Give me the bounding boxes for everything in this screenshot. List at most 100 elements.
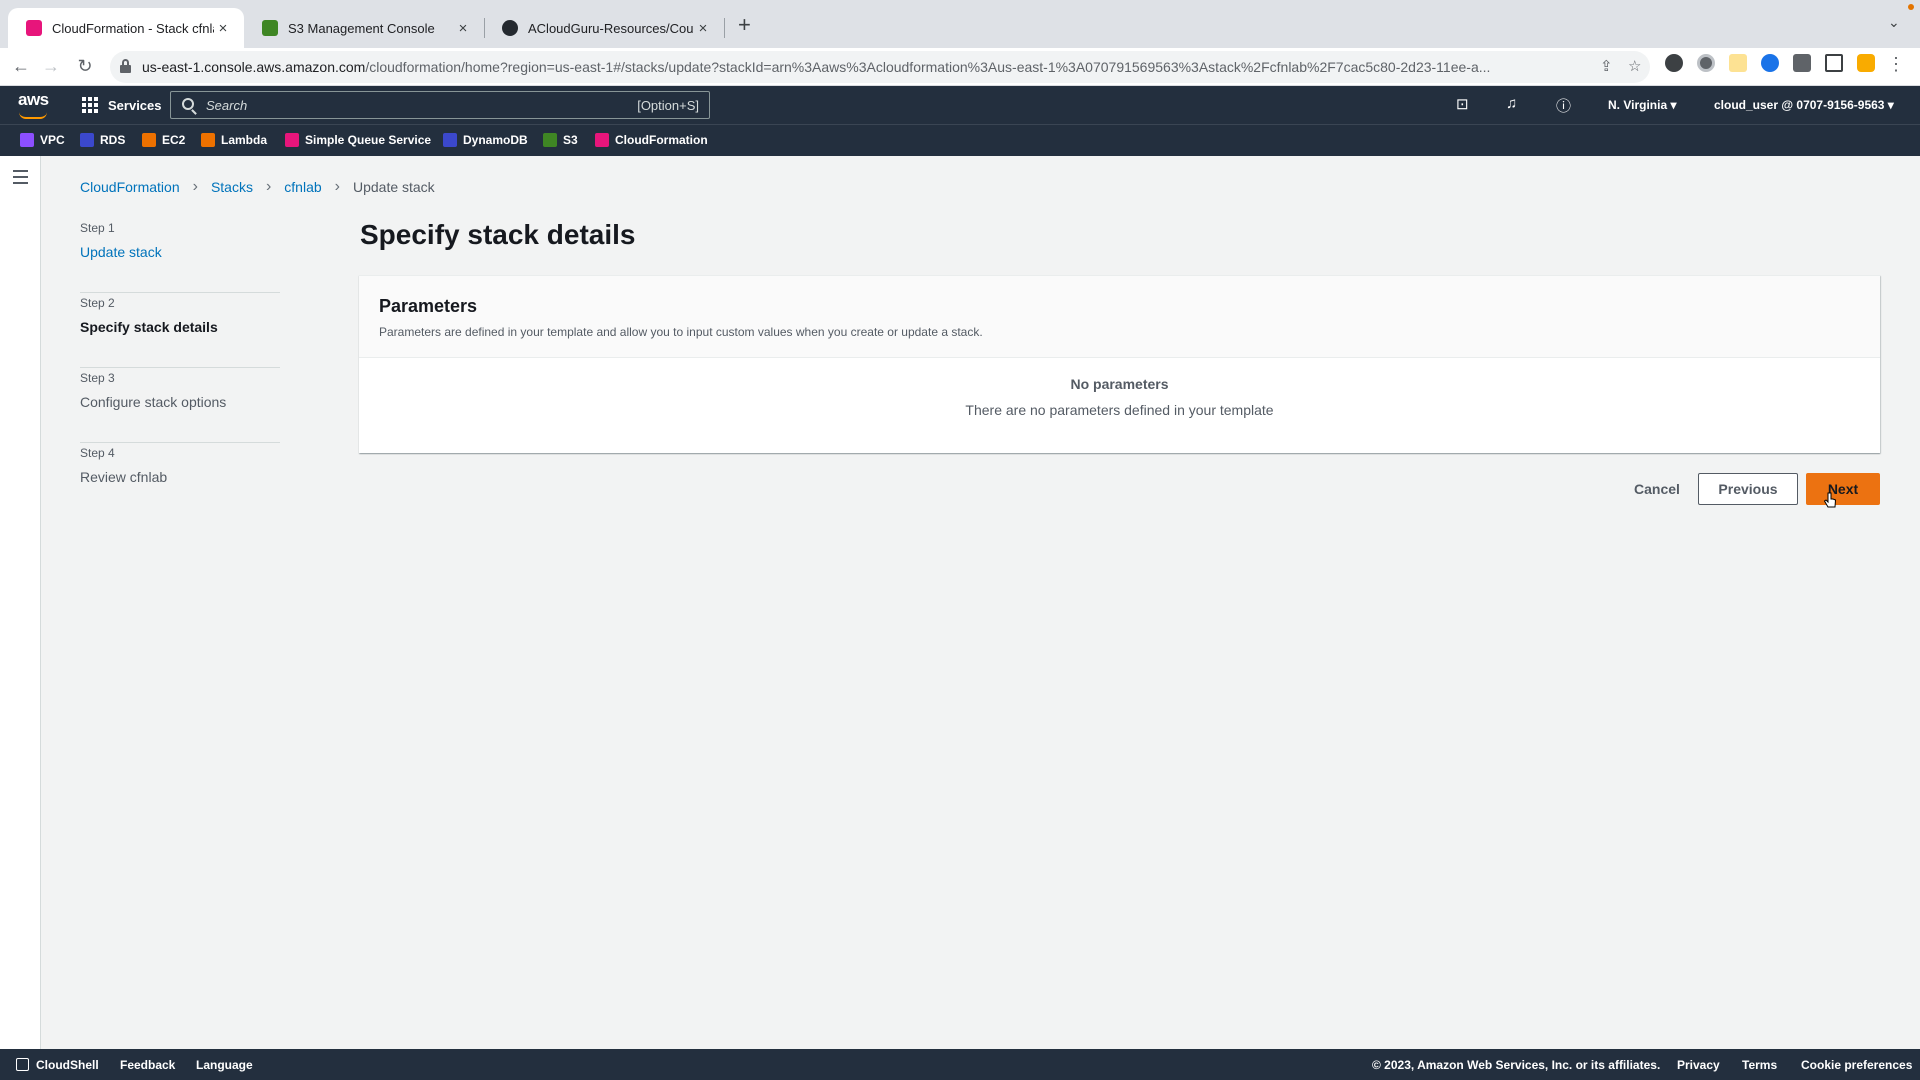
cloudshell-icon[interactable]: ⊡ bbox=[1456, 95, 1469, 113]
parameters-panel-header: Parameters Parameters are defined in you… bbox=[359, 276, 1880, 358]
reload-icon[interactable]: ↻ bbox=[74, 56, 96, 77]
cloudshell-label: CloudShell bbox=[36, 1058, 99, 1072]
privacy-link[interactable]: Privacy bbox=[1677, 1058, 1720, 1072]
cancel-button[interactable]: Cancel bbox=[1614, 473, 1700, 505]
favorite-lambda[interactable]: Lambda bbox=[201, 133, 267, 147]
console-footer: CloudShell Feedback Language © 2023, Ama… bbox=[0, 1049, 1920, 1080]
cloudformation-icon bbox=[595, 133, 609, 147]
step-title: Configure stack options bbox=[80, 394, 227, 410]
side-panel-icon[interactable] bbox=[1825, 54, 1843, 72]
favorite-rds[interactable]: RDS bbox=[80, 133, 125, 147]
next-button[interactable]: Next bbox=[1806, 473, 1880, 505]
step-current-title: Specify stack details bbox=[80, 319, 218, 335]
wizard-step-1: Step 1 Update stack bbox=[80, 218, 280, 293]
cloudshell-button[interactable]: CloudShell bbox=[16, 1058, 99, 1072]
chevron-right-icon: › bbox=[265, 178, 272, 195]
tab-separator bbox=[724, 18, 725, 38]
tab-close-icon[interactable]: × bbox=[694, 20, 712, 37]
back-arrow-icon[interactable]: ← bbox=[10, 56, 32, 77]
aws-logo-text: aws bbox=[18, 90, 49, 109]
hand-cursor-icon bbox=[1823, 492, 1837, 508]
github-favicon-icon bbox=[502, 20, 518, 36]
cloudshell-terminal-icon bbox=[16, 1058, 29, 1071]
previous-button[interactable]: Previous bbox=[1698, 473, 1798, 505]
favorite-sqs[interactable]: Simple Queue Service bbox=[285, 133, 431, 147]
parameters-panel: Parameters Parameters are defined in you… bbox=[359, 275, 1880, 453]
favorites-bar: VPC RDS EC2 Lambda Simple Queue Service … bbox=[0, 124, 1920, 156]
page-title: Specify stack details bbox=[360, 219, 636, 250]
favorite-s3[interactable]: S3 bbox=[543, 133, 578, 147]
chevron-right-icon: › bbox=[192, 178, 198, 195]
vpc-icon bbox=[20, 133, 34, 147]
favorite-label: Simple Queue Service bbox=[305, 133, 432, 147]
wizard-step-4: Step 4 Review cfnlab bbox=[80, 443, 280, 518]
parameters-description: Parameters are defined in your template … bbox=[379, 325, 983, 339]
terms-link[interactable]: Terms bbox=[1742, 1058, 1777, 1072]
lock-icon[interactable] bbox=[120, 59, 131, 73]
cloudformation-favicon-icon bbox=[26, 20, 42, 36]
forward-arrow-icon[interactable]: → bbox=[40, 56, 62, 77]
breadcrumb-current: Update stack bbox=[352, 179, 435, 195]
bookmark-star-icon[interactable]: ☆ bbox=[1628, 57, 1641, 75]
feedback-link[interactable]: Feedback bbox=[120, 1058, 175, 1072]
notifications-bell-icon[interactable]: ♫ bbox=[1506, 95, 1517, 112]
favorite-label: EC2 bbox=[162, 133, 186, 147]
step-number: Step 4 bbox=[80, 446, 115, 460]
services-label: Services bbox=[108, 97, 162, 113]
address-bar[interactable]: us-east-1.console.aws.amazon.com/cloudfo… bbox=[110, 51, 1650, 83]
copyright-text: © 2023, Amazon Web Services, Inc. or its… bbox=[1372, 1058, 1661, 1072]
help-icon[interactable]: ⓘ bbox=[1556, 95, 1571, 116]
favorite-vpc[interactable]: VPC bbox=[20, 133, 65, 147]
search-placeholder: Search bbox=[206, 98, 248, 113]
tab-title: S3 Management Console bbox=[288, 20, 435, 36]
browser-tab-cloudformation[interactable]: CloudFormation - Stack cfnlab × bbox=[8, 8, 244, 48]
account-menu[interactable]: cloud_user @ 0707-9156-9563 ▾ bbox=[1714, 98, 1894, 112]
tab-close-icon[interactable]: × bbox=[214, 20, 232, 37]
extensions-puzzle-icon[interactable] bbox=[1793, 54, 1811, 72]
tab-search-chevron-icon[interactable]: ⌄ bbox=[1888, 14, 1900, 31]
share-icon[interactable]: ⇪ bbox=[1600, 57, 1613, 75]
language-selector[interactable]: Language bbox=[196, 1058, 253, 1072]
tab-title: ACloudGuru-Resources/Course bbox=[528, 20, 694, 36]
tab-close-icon[interactable]: × bbox=[454, 20, 472, 37]
extension-circle-icon[interactable] bbox=[1697, 54, 1715, 72]
favorite-dynamodb[interactable]: DynamoDB bbox=[443, 133, 528, 147]
favorite-ec2[interactable]: EC2 bbox=[142, 133, 185, 147]
breadcrumb-cfnlab[interactable]: cfnlab bbox=[284, 179, 321, 195]
wizard-step-2: Step 2 Specify stack details bbox=[80, 293, 280, 368]
extension-gear-icon[interactable] bbox=[1665, 54, 1683, 72]
breadcrumb-stacks[interactable]: Stacks bbox=[211, 179, 253, 195]
dynamodb-icon bbox=[443, 133, 457, 147]
search-icon bbox=[182, 98, 194, 110]
favorite-cloudformation[interactable]: CloudFormation bbox=[595, 133, 708, 147]
hamburger-menu-icon[interactable] bbox=[13, 170, 28, 188]
browser-toolbar: ← → ↻ us-east-1.console.aws.amazon.com/c… bbox=[0, 48, 1920, 86]
favorite-label: CloudFormation bbox=[615, 133, 708, 147]
region-selector[interactable]: N. Virginia ▾ bbox=[1608, 98, 1676, 112]
services-menu-button[interactable]: Services bbox=[82, 97, 162, 113]
s3-favicon-icon bbox=[262, 20, 278, 36]
extension-z-icon[interactable] bbox=[1761, 54, 1779, 72]
new-tab-icon[interactable]: + bbox=[738, 12, 751, 38]
empty-state-description: There are no parameters defined in your … bbox=[965, 402, 1274, 418]
browser-tab-github[interactable]: ACloudGuru-Resources/Course × bbox=[484, 8, 724, 48]
aws-logo[interactable]: aws bbox=[18, 90, 49, 119]
browser-menu-icon[interactable]: ⋮ bbox=[1885, 54, 1907, 75]
services-grid-icon bbox=[82, 97, 98, 113]
wizard-step-3: Step 3 Configure stack options bbox=[80, 368, 280, 443]
step-number: Step 3 bbox=[80, 371, 115, 385]
step-number: Step 2 bbox=[80, 296, 115, 310]
browser-tab-s3[interactable]: S3 Management Console × bbox=[244, 8, 484, 48]
extension-note-icon[interactable] bbox=[1729, 54, 1747, 72]
aws-search-input[interactable]: Search [Option+S] bbox=[170, 91, 710, 119]
favorite-label: S3 bbox=[563, 133, 578, 147]
breadcrumb-cloudformation[interactable]: CloudFormation bbox=[80, 179, 180, 195]
cookie-preferences-link[interactable]: Cookie preferences bbox=[1801, 1058, 1912, 1072]
breadcrumb: CloudFormation › Stacks › cfnlab › Updat… bbox=[80, 178, 435, 196]
recording-indicator-icon bbox=[1908, 4, 1914, 10]
search-shortcut-hint: [Option+S] bbox=[637, 98, 699, 113]
url-text[interactable]: us-east-1.console.aws.amazon.com/cloudfo… bbox=[142, 59, 1582, 75]
profile-avatar[interactable] bbox=[1857, 54, 1875, 72]
step-link-update-stack[interactable]: Update stack bbox=[80, 244, 280, 260]
s3-icon bbox=[543, 133, 557, 147]
